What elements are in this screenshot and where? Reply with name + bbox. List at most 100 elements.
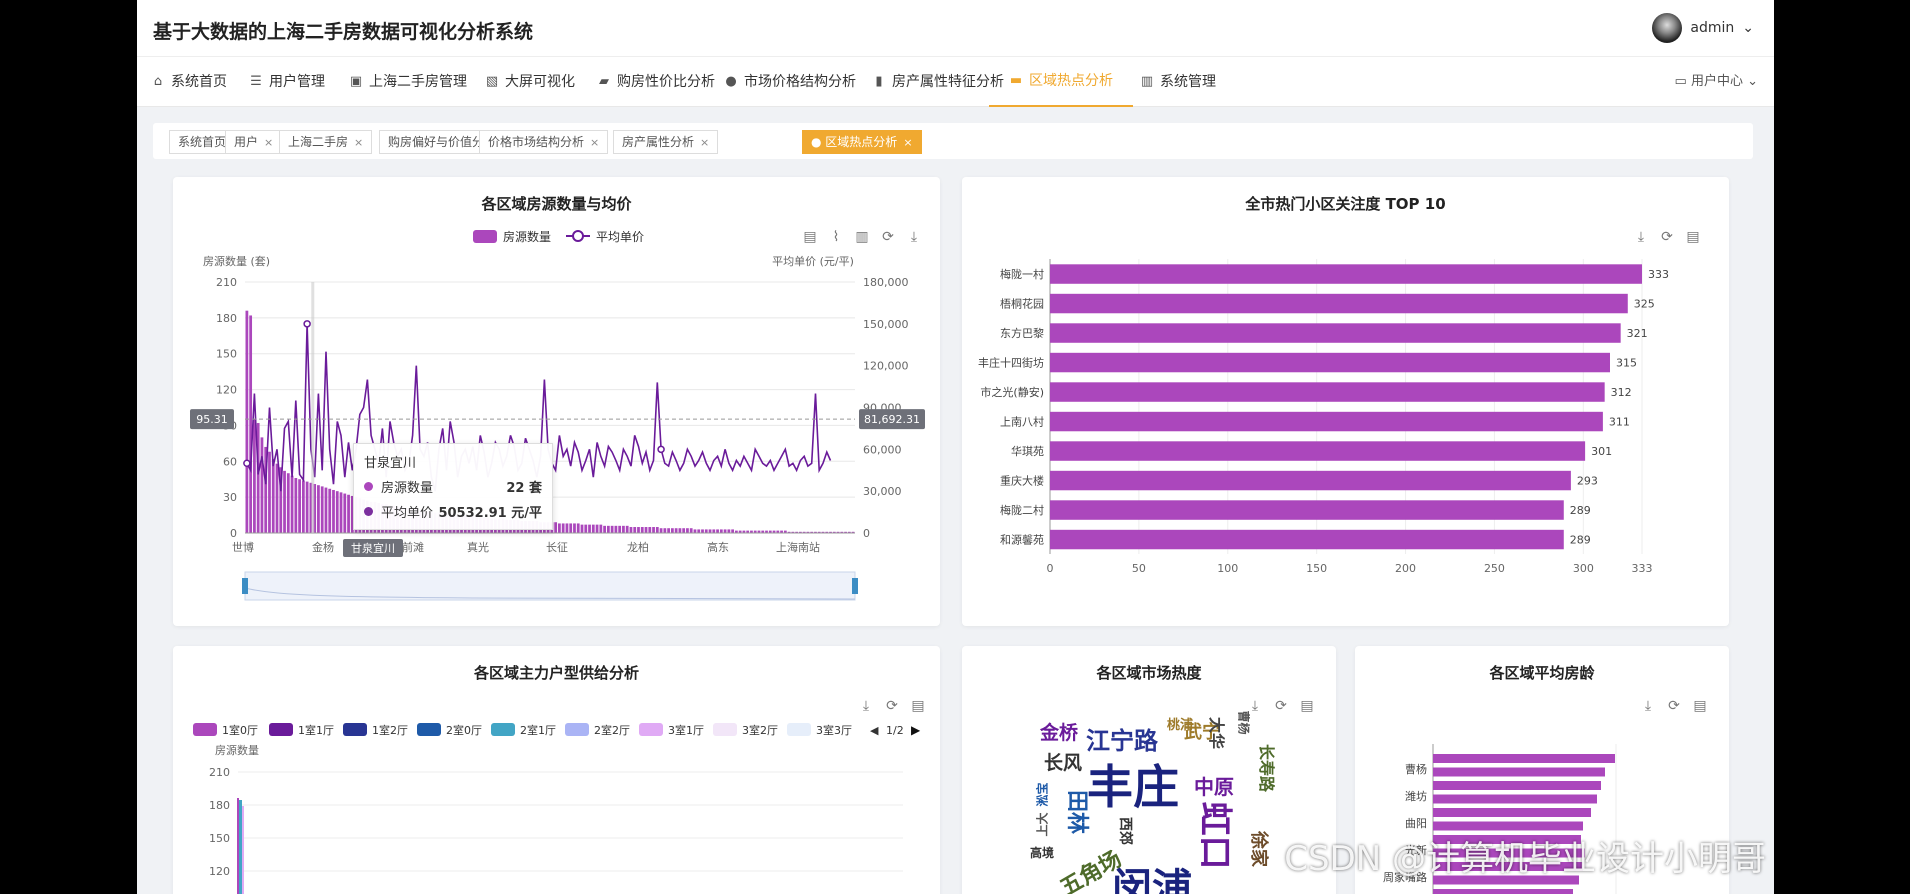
nav-item-label: 系统管理 bbox=[1160, 74, 1216, 90]
tag-4[interactable]: 价格市场结构分析 × bbox=[479, 130, 609, 154]
y-tick-label: 0 bbox=[230, 527, 237, 540]
bar bbox=[1050, 323, 1621, 343]
chevron-down-icon[interactable]: ⌄ bbox=[1742, 20, 1754, 36]
close-icon[interactable]: × bbox=[903, 136, 912, 149]
word-cloud-word: 丰庄 bbox=[1087, 760, 1179, 814]
y-tick-label: 30 bbox=[223, 491, 237, 504]
nav-item-3[interactable]: ▧ 大屏可视化 bbox=[485, 57, 575, 107]
user-menu[interactable]: admin ⌄ bbox=[1652, 13, 1754, 43]
data-label: 315 bbox=[1616, 357, 1637, 370]
category-label: 市之光(静安) bbox=[980, 385, 1044, 399]
nav-item-5[interactable]: ● 市场价格结构分析 bbox=[724, 57, 856, 107]
avatar[interactable] bbox=[1652, 13, 1683, 43]
app-title: 基于大数据的上海二手房数据可视化分析系统 bbox=[153, 21, 534, 43]
word-cloud-word: 大华 bbox=[1207, 716, 1227, 750]
y-right-tick-label: 30,000 bbox=[863, 485, 902, 498]
user-center-menu[interactable]: ▭ 用户中心 ⌄ bbox=[1675, 57, 1758, 107]
tag-1[interactable]: 用户 × bbox=[225, 130, 283, 154]
nav-item-1[interactable]: ☰ 用户管理 bbox=[249, 57, 325, 107]
nav-item-8[interactable]: ▥ 系统管理 bbox=[1140, 57, 1216, 107]
legend-label: 3室3厅 bbox=[816, 723, 852, 737]
clipboard-icon: ▧ bbox=[485, 74, 499, 89]
y-axis-label: 房源数量 (套) bbox=[203, 254, 270, 268]
bar bbox=[727, 529, 731, 533]
bar bbox=[1050, 470, 1571, 491]
home-icon: ⌂ bbox=[153, 74, 163, 89]
y-axis-label: 房源数量 bbox=[215, 743, 259, 757]
tooltip-value1: 22 套 bbox=[506, 481, 542, 496]
legend-next-icon: ▶ bbox=[911, 723, 921, 737]
bar bbox=[580, 524, 584, 533]
user-name[interactable]: admin bbox=[1690, 20, 1734, 36]
x-tick-label: 龙柏 bbox=[627, 540, 649, 554]
tag-label: 系统首页 bbox=[178, 135, 227, 149]
bar bbox=[320, 486, 324, 533]
legend-swatch bbox=[269, 723, 293, 736]
bar bbox=[648, 527, 652, 533]
bar bbox=[1433, 767, 1605, 777]
bar bbox=[1050, 500, 1564, 520]
nav-item-label: 用户管理 bbox=[269, 74, 325, 90]
bar bbox=[1433, 754, 1615, 763]
bar bbox=[1050, 441, 1586, 461]
nav-item-label: 大屏可视化 bbox=[505, 74, 575, 90]
close-icon[interactable]: × bbox=[590, 136, 599, 149]
bar-icon: ▮ bbox=[875, 74, 883, 89]
bar bbox=[1050, 529, 1564, 550]
chart-card-region-count-price: 各区域房源数量与均价 ▤ ⌇ ▥ ⟳ ⤓ 房源数量 平均单价 房源数量 (套) 平均单… bbox=[173, 177, 940, 626]
bar bbox=[716, 529, 719, 533]
tag-6[interactable]: ● 区域热点分析 × bbox=[802, 130, 922, 154]
category-label: 梅陇二村 bbox=[1000, 503, 1044, 517]
app-window: 基于大数据的上海二手房数据可视化分析系统 admin ⌄ ⌂ 系统首页 ☰ 用户管理 ▣… bbox=[137, 0, 1774, 894]
bar bbox=[637, 527, 640, 533]
nav-item-6[interactable]: ▮ 房产属性特征分析 bbox=[872, 57, 1004, 107]
bar bbox=[584, 524, 588, 533]
user-center-label: 用户中心 bbox=[1690, 74, 1743, 89]
datazoom-handle-right bbox=[852, 578, 858, 594]
x-tick-label: 长征 bbox=[546, 541, 568, 554]
bar bbox=[339, 492, 343, 533]
bar bbox=[558, 523, 561, 533]
close-icon[interactable]: × bbox=[264, 136, 273, 149]
main-nav: ⌂ 系统首页 ☰ 用户管理 ▣ 上海二手房管理 ▧ 大屏可视化 ▰ 购房性价比分析 ● 市场价格结构分… bbox=[137, 57, 1774, 107]
legend-swatch bbox=[639, 723, 663, 736]
bar bbox=[343, 493, 347, 533]
word-cloud-word: 长寿路 bbox=[1257, 743, 1277, 793]
pin-icon: ● bbox=[725, 74, 737, 89]
data-label: 333 bbox=[1648, 268, 1669, 281]
category-label: 和源馨苑 bbox=[1000, 533, 1044, 547]
tag-label: 区域热点分析 bbox=[825, 135, 898, 149]
bar bbox=[332, 489, 335, 533]
bar bbox=[576, 523, 580, 533]
category-label: 丰庄十四街坊 bbox=[978, 356, 1044, 370]
tag-label: 上海二手房 bbox=[288, 135, 349, 149]
bar bbox=[655, 527, 659, 533]
bar bbox=[629, 527, 633, 533]
bar bbox=[731, 529, 735, 533]
y-tick-label: 180 bbox=[209, 799, 230, 812]
legend-label: 2室2厅 bbox=[594, 723, 630, 737]
tag-5[interactable]: 房产属性分析 × bbox=[613, 130, 719, 154]
legend-prev-icon: ◀ bbox=[870, 724, 879, 737]
tooltip-series2: 平均单价 bbox=[381, 506, 434, 521]
nav-item-4[interactable]: ▰ 购房性价比分析 bbox=[597, 57, 715, 107]
nav-item-2[interactable]: ▣ 上海二手房管理 bbox=[349, 57, 467, 107]
bar bbox=[305, 481, 309, 533]
legend-label: 1室0厅 bbox=[222, 723, 258, 737]
bar bbox=[591, 524, 595, 533]
bar bbox=[1433, 889, 1573, 894]
x-tick-label: 50 bbox=[1132, 562, 1146, 575]
nav-item-0[interactable]: ⌂ 系统首页 bbox=[151, 57, 227, 107]
close-icon[interactable]: × bbox=[700, 136, 709, 149]
bar bbox=[697, 529, 701, 533]
bar bbox=[249, 315, 253, 533]
tag-2[interactable]: 上海二手房 × bbox=[279, 130, 373, 154]
legend-label: 房源数量 bbox=[503, 229, 551, 244]
legend-swatch bbox=[787, 723, 811, 736]
nav-item-7[interactable]: ▬ 区域热点分析 bbox=[989, 57, 1133, 107]
close-icon[interactable]: × bbox=[354, 136, 363, 149]
bar bbox=[1433, 781, 1601, 790]
word-cloud-word: 西郊 bbox=[1117, 817, 1133, 845]
legend-page: 1/2 bbox=[886, 724, 904, 737]
x-tick-label: 333 bbox=[1632, 562, 1653, 575]
